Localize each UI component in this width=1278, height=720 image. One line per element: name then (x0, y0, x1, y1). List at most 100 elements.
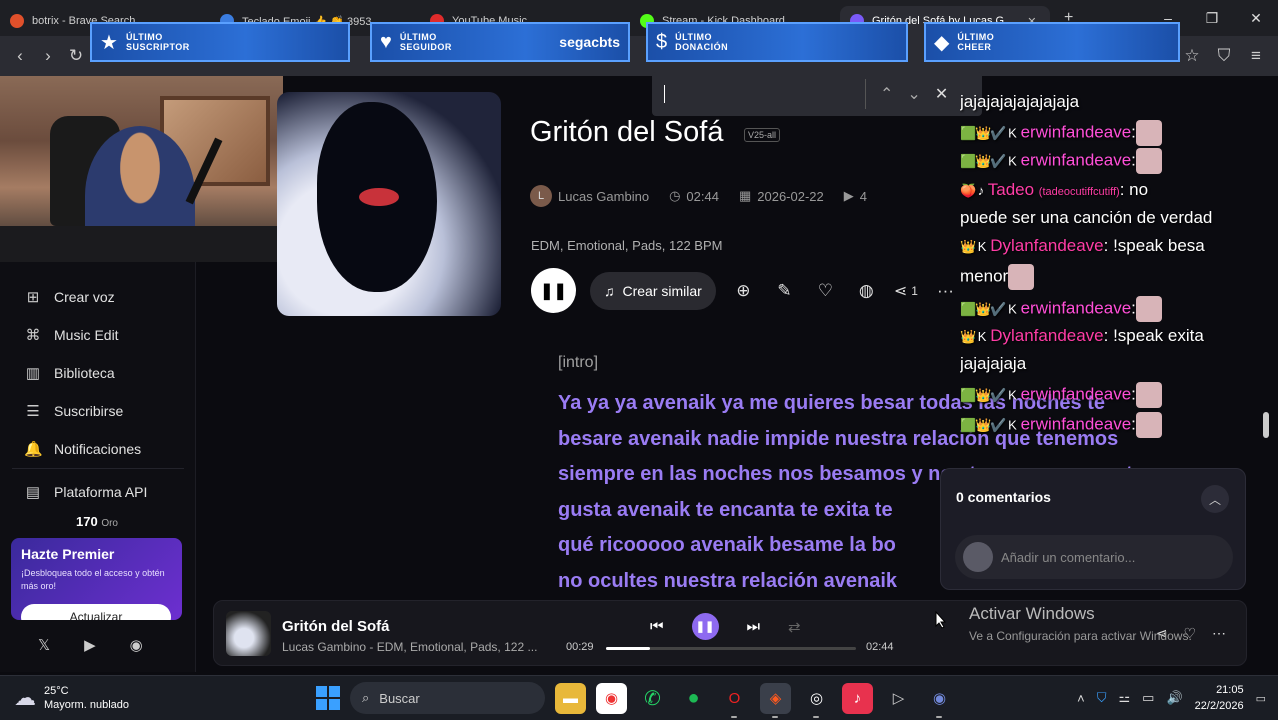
x-icon[interactable]: 𝕏 (38, 636, 50, 654)
windows-start-icon[interactable] (316, 686, 340, 710)
calendar-icon: ▦ (738, 188, 752, 203)
sidebar-item-plataforma-api[interactable]: ▤ Plataforma API (24, 483, 147, 501)
volume-icon[interactable]: 🔊 (1166, 690, 1182, 706)
chat-username[interactable]: erwinfandeave (1021, 384, 1132, 403)
chat-username[interactable]: erwinfandeave (1021, 122, 1132, 141)
webcam-desk (0, 226, 283, 262)
progress-bar[interactable] (606, 647, 856, 650)
music-edit-icon: ⌘ (25, 327, 41, 344)
avatar[interactable]: L (530, 185, 552, 207)
alert-label: ÚLTIMO SEGUIDOR (399, 32, 452, 52)
sidebar-item-notificaciones[interactable]: 🔔 Notificaciones (24, 440, 141, 458)
security-icon[interactable]: ⛉ (1097, 690, 1107, 706)
discord-icon[interactable]: ◉ (130, 636, 143, 654)
sidebar-item-biblioteca[interactable]: ▥ Biblioteca (24, 364, 115, 382)
sidebar-item-label: Plataforma API (54, 484, 148, 500)
sidebar-item-crear-voz[interactable]: ⊞ Crear voz (24, 288, 115, 306)
pause-button[interactable]: ❚❚ (531, 268, 576, 313)
back-icon[interactable]: ‹ (6, 46, 34, 66)
chat-username[interactable]: erwinfandeave (1021, 414, 1132, 433)
forward-icon[interactable]: › (34, 46, 62, 66)
comments-panel: 0 comentarios ︿ Añadir un comentario... (940, 468, 1246, 590)
previous-icon[interactable]: ⏮ (650, 618, 664, 635)
chevron-up-icon[interactable]: ˄ (1077, 691, 1085, 706)
remix-icon[interactable]: ⊕ (730, 281, 757, 301)
media-player-icon[interactable]: ▷ (883, 683, 914, 714)
chat-badges: 🍑 ♪ (960, 183, 984, 198)
bell-icon: 🔔 (24, 441, 43, 458)
bookmark-star-icon[interactable]: ☆ (1178, 46, 1206, 66)
create-similar-button[interactable]: ♫ Crear similar (590, 271, 716, 310)
clock-time: 21:05 (1216, 684, 1244, 696)
shield-icon[interactable]: ⛉ (1210, 46, 1238, 66)
alert-label: ÚLTIMO CHEER (957, 32, 995, 52)
alert-value: segacbts (559, 34, 620, 50)
system-clock[interactable]: 21:05 22/2/2026 (1195, 682, 1244, 714)
player-thumbnail[interactable] (226, 611, 271, 656)
alert-last-donation: $ ÚLTIMO DONACIÓN (646, 22, 908, 62)
player-song-title[interactable]: Gritón del Sofá (282, 618, 390, 635)
chat-badges: 🟩👑✔️ K (960, 153, 1017, 169)
api-icon: ▤ (25, 484, 41, 501)
opera-icon[interactable]: O (719, 683, 750, 718)
upgrade-button[interactable]: Actualizar (21, 604, 171, 620)
youtube-icon[interactable]: ▶ (84, 636, 96, 654)
reload-icon[interactable]: ↻ (62, 46, 90, 66)
notifications-icon[interactable]: ▭ (1256, 692, 1266, 705)
chat-text: menor (960, 266, 1009, 286)
whatsapp-icon[interactable]: ✆ (637, 683, 668, 714)
edit-icon[interactable]: ✎ (771, 281, 798, 301)
lyrics-section-label: [intro] (558, 354, 599, 371)
obs-icon[interactable]: ◎ (801, 683, 832, 718)
page-scrollbar-thumb[interactable] (1263, 412, 1269, 438)
chat-username[interactable]: erwinfandeave (1021, 150, 1132, 169)
chevron-up-icon[interactable]: ︿ (1201, 485, 1229, 513)
comment-icon[interactable]: ◍ (853, 281, 880, 301)
find-close-button[interactable]: ✕ (935, 84, 948, 104)
chat-message: 👑 K Dylanfandeave: !speak exita (960, 326, 1204, 346)
taskbar-search[interactable]: ⌕ Buscar (350, 682, 545, 714)
elapsed-time: 00:29 (566, 641, 594, 653)
mouse-cursor (935, 611, 947, 629)
network-icon[interactable]: ⚍ (1119, 690, 1131, 706)
chrome-icon[interactable]: ◉ (596, 682, 627, 714)
credits-unit: Oro (101, 518, 118, 529)
find-next-button[interactable]: ⌄ (907, 84, 920, 104)
more-options-icon[interactable]: ··· (932, 281, 959, 301)
total-time: 02:44 (866, 641, 894, 653)
file-explorer-icon[interactable]: ▬ (555, 682, 586, 714)
windows-activation-watermark: Activar Windows Ve a Configuración para … (969, 604, 1192, 643)
chat-username[interactable]: Dylanfandeave (990, 326, 1103, 345)
brave-icon[interactable]: ◈ (760, 682, 791, 718)
repeat-icon[interactable]: ⇄ (788, 618, 801, 636)
maximize-button[interactable]: ❐ (1190, 0, 1234, 36)
share-button[interactable]: ⋖ 1 (894, 281, 918, 301)
sidebar-item-suscribirse[interactable]: ☰ Suscribirse (24, 402, 123, 420)
next-icon[interactable]: ⏭ (747, 618, 761, 635)
close-window-button[interactable]: ✕ (1234, 0, 1278, 36)
display-icon[interactable]: ▭ (1142, 690, 1154, 706)
tiktok-icon[interactable]: ♪ (842, 682, 873, 714)
system-tray: ˄ ⛉ ⚍ ▭ 🔊 21:05 22/2/2026 ▭ (1077, 682, 1266, 714)
more-options-icon[interactable]: ⋯ (1212, 625, 1226, 642)
sidebar-item-music-edit[interactable]: ⌘ Music Edit (24, 326, 119, 344)
heart-icon[interactable]: ♡ (812, 281, 839, 301)
spotify-icon[interactable]: ● (678, 683, 709, 714)
song-title: Gritón del Sofá (530, 116, 724, 148)
find-input[interactable] (664, 85, 665, 103)
find-previous-button[interactable]: ⌃ (880, 84, 893, 104)
comment-input[interactable]: Añadir un comentario... (955, 535, 1233, 579)
avatar (963, 542, 993, 572)
pause-button[interactable]: ❚❚ (691, 613, 719, 640)
premier-subtitle: ¡Desbloquea todo el acceso y obtén más o… (21, 568, 165, 591)
chat-username[interactable]: Dylanfandeave (990, 236, 1103, 255)
chat-username[interactable]: erwinfandeave (1021, 298, 1132, 317)
discord-icon[interactable]: ◉ (924, 683, 955, 718)
author-name[interactable]: Lucas Gambino (558, 189, 649, 204)
chat-badges: 👑 K (960, 329, 987, 344)
menu-icon[interactable]: ≡ (1242, 46, 1270, 66)
plays-icon: ▶ (843, 188, 854, 203)
webcam-feed (0, 76, 283, 262)
chat-username[interactable]: Tadeo (988, 180, 1034, 199)
weather-widget[interactable]: ☁ 25°C Mayorm. nublado (14, 684, 129, 712)
